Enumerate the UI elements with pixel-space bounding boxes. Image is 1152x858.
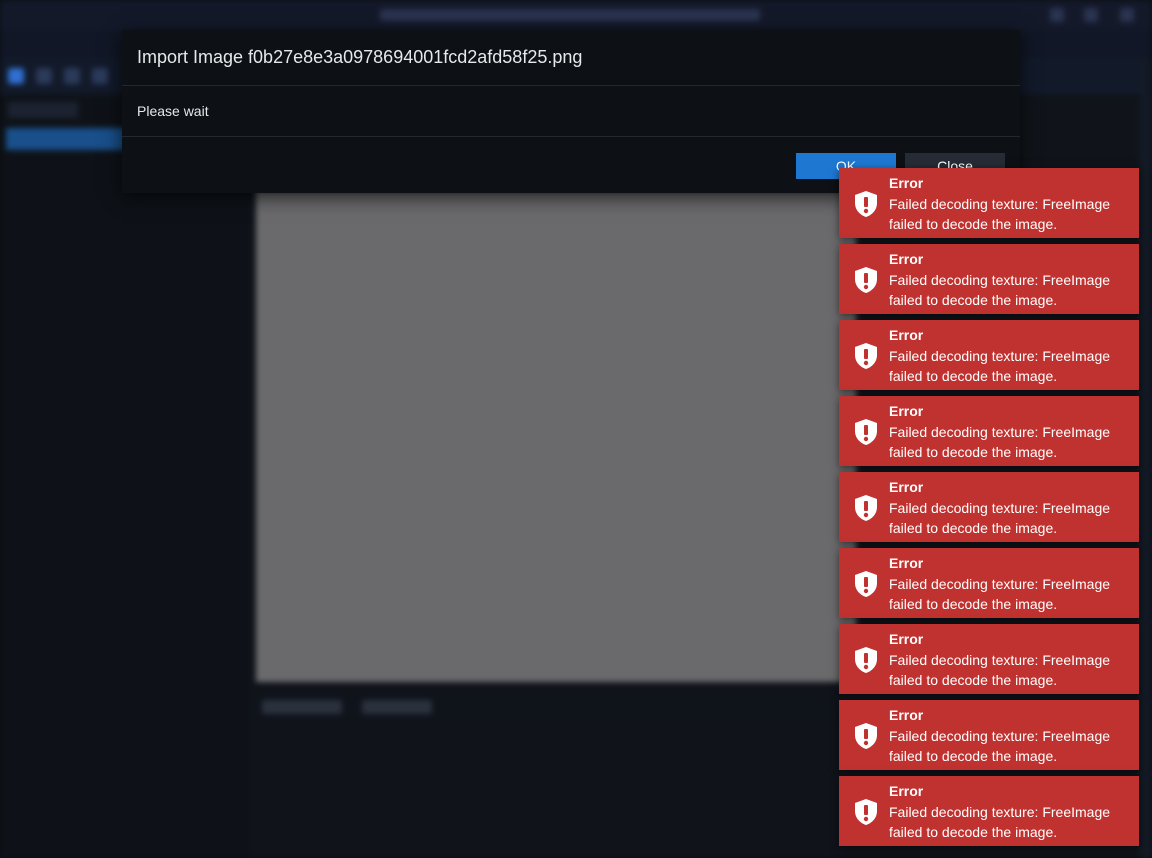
- toast-message: Failed decoding texture: FreeImage faile…: [889, 728, 1111, 764]
- error-toast[interactable]: Error Failed decoding texture: FreeImage…: [839, 472, 1139, 542]
- shield-exclamation-icon: [855, 647, 877, 673]
- error-toast[interactable]: Error Failed decoding texture: FreeImage…: [839, 320, 1139, 390]
- toast-message: Failed decoding texture: FreeImage faile…: [889, 576, 1111, 612]
- background-close-icon: [1120, 8, 1134, 22]
- toast-message: Failed decoding texture: FreeImage faile…: [889, 500, 1111, 536]
- dialog-status-text: Please wait: [137, 103, 209, 119]
- dialog-title: Import Image f0b27e8e3a0978694001fcd2afd…: [137, 47, 583, 67]
- toast-title: Error: [889, 555, 924, 571]
- background-left-panel: [0, 94, 250, 858]
- toast-title: Error: [889, 783, 924, 799]
- shield-exclamation-icon: [855, 419, 877, 445]
- shield-exclamation-icon: [855, 799, 877, 825]
- error-toast[interactable]: Error Failed decoding texture: FreeImage…: [839, 700, 1139, 770]
- toast-message: Failed decoding texture: FreeImage faile…: [889, 196, 1111, 232]
- error-toast[interactable]: Error Failed decoding texture: FreeImage…: [839, 244, 1139, 314]
- toast-message: Failed decoding texture: FreeImage faile…: [889, 348, 1111, 384]
- error-toast[interactable]: Error Failed decoding texture: FreeImage…: [839, 776, 1139, 846]
- background-bottom-item: [262, 700, 342, 714]
- shield-exclamation-icon: [855, 343, 877, 369]
- background-minimize-icon: [1050, 8, 1064, 22]
- error-toast[interactable]: Error Failed decoding texture: FreeImage…: [839, 548, 1139, 618]
- background-right-strip: [1140, 58, 1152, 858]
- background-tool-icon: [92, 68, 108, 84]
- background-canvas: [256, 190, 856, 682]
- background-tool-icon: [36, 68, 52, 84]
- toast-message: Failed decoding texture: FreeImage faile…: [889, 272, 1111, 308]
- error-toast[interactable]: Error Failed decoding texture: FreeImage…: [839, 168, 1139, 238]
- toast-title: Error: [889, 251, 924, 267]
- toast-title: Error: [889, 479, 924, 495]
- background-tool-icon: [64, 68, 80, 84]
- error-toast[interactable]: Error Failed decoding texture: FreeImage…: [839, 396, 1139, 466]
- background-title-text: [380, 9, 760, 21]
- background-maximize-icon: [1084, 8, 1098, 22]
- shield-exclamation-icon: [855, 267, 877, 293]
- toast-message: Failed decoding texture: FreeImage faile…: [889, 424, 1111, 460]
- toast-title: Error: [889, 175, 924, 191]
- toast-title: Error: [889, 631, 924, 647]
- toast-title: Error: [889, 403, 924, 419]
- app-root: Import Image f0b27e8e3a0978694001fcd2afd…: [0, 0, 1152, 858]
- toast-message: Failed decoding texture: FreeImage faile…: [889, 804, 1111, 840]
- toast-title: Error: [889, 327, 924, 343]
- background-bottom-item: [362, 700, 432, 714]
- shield-exclamation-icon: [855, 571, 877, 597]
- shield-exclamation-icon: [855, 723, 877, 749]
- toast-title: Error: [889, 707, 924, 723]
- dialog-body: Please wait: [122, 86, 1020, 137]
- background-tool-icon: [8, 68, 24, 84]
- error-toast[interactable]: Error Failed decoding texture: FreeImage…: [839, 624, 1139, 694]
- shield-exclamation-icon: [855, 495, 877, 521]
- toast-message: Failed decoding texture: FreeImage faile…: [889, 652, 1111, 688]
- dialog-header: Import Image f0b27e8e3a0978694001fcd2afd…: [122, 30, 1020, 86]
- background-panel-tab: [8, 102, 78, 118]
- shield-exclamation-icon: [855, 191, 877, 217]
